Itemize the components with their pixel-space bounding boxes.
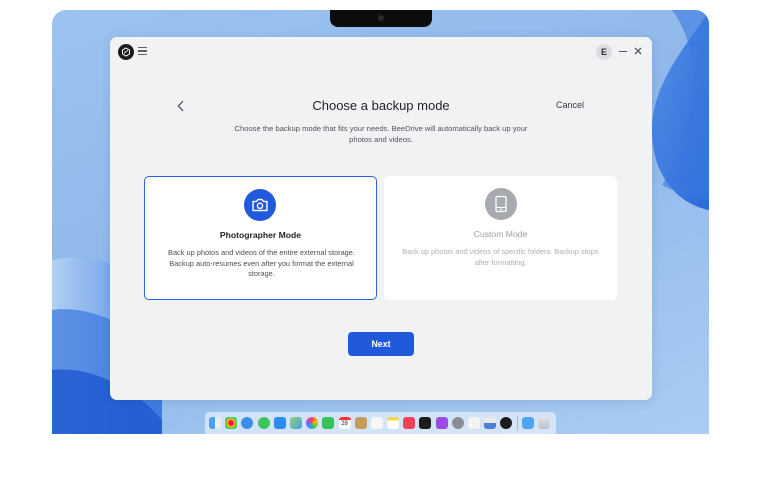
messages-icon[interactable] <box>257 417 270 429</box>
downloads-folder-icon[interactable] <box>521 417 534 429</box>
mode-name: Photographer Mode <box>219 230 302 240</box>
hamburger-menu-icon[interactable] <box>138 47 147 55</box>
dock-separator <box>516 416 518 430</box>
minimize-icon[interactable] <box>619 51 627 53</box>
contacts-icon[interactable] <box>354 417 367 429</box>
mode-description: Back up photos and videos of specific fo… <box>402 247 599 267</box>
podcasts-icon[interactable] <box>435 417 448 429</box>
custom-mode-card[interactable]: Custom Mode Back up photos and videos of… <box>384 176 617 300</box>
beedrive-dock-icon[interactable] <box>500 417 513 429</box>
maps-icon[interactable] <box>289 417 302 429</box>
beedrive-window: E Choose a backup mode Cancel Choose the… <box>110 37 652 400</box>
mail-icon[interactable] <box>273 417 286 429</box>
finder-icon[interactable] <box>209 417 221 429</box>
camera-icon <box>244 189 276 221</box>
facetime-icon[interactable] <box>322 417 335 429</box>
safari-icon[interactable] <box>241 417 254 429</box>
calendar-icon[interactable]: 28 <box>338 417 351 429</box>
notes-icon[interactable] <box>387 417 400 429</box>
photos-icon[interactable] <box>306 417 319 429</box>
mode-description: Back up photos and videos of the entire … <box>168 248 355 279</box>
system-settings-icon[interactable] <box>451 417 464 429</box>
cancel-button[interactable]: Cancel <box>556 100 584 110</box>
trash-icon[interactable] <box>537 417 550 429</box>
launchpad-icon[interactable] <box>225 417 238 429</box>
beedrive-logo-icon <box>118 44 134 60</box>
apple-tv-icon[interactable] <box>419 417 432 429</box>
photographer-mode-card[interactable]: Photographer Mode Back up photos and vid… <box>144 176 377 300</box>
preview-icon[interactable] <box>484 417 497 429</box>
music-icon[interactable] <box>403 417 416 429</box>
close-icon[interactable] <box>633 46 643 56</box>
user-avatar[interactable]: E <box>596 44 612 60</box>
tablet-icon <box>485 188 517 220</box>
page-description: Choose the backup mode that fits your ne… <box>234 124 528 144</box>
mode-name: Custom Mode <box>473 229 528 239</box>
textedit-icon[interactable] <box>468 417 480 429</box>
camera-notch <box>330 10 432 27</box>
title-bar: E <box>110 37 652 67</box>
dock: 28 <box>205 412 556 434</box>
reminders-icon[interactable] <box>370 417 383 429</box>
next-button[interactable]: Next <box>348 332 414 356</box>
